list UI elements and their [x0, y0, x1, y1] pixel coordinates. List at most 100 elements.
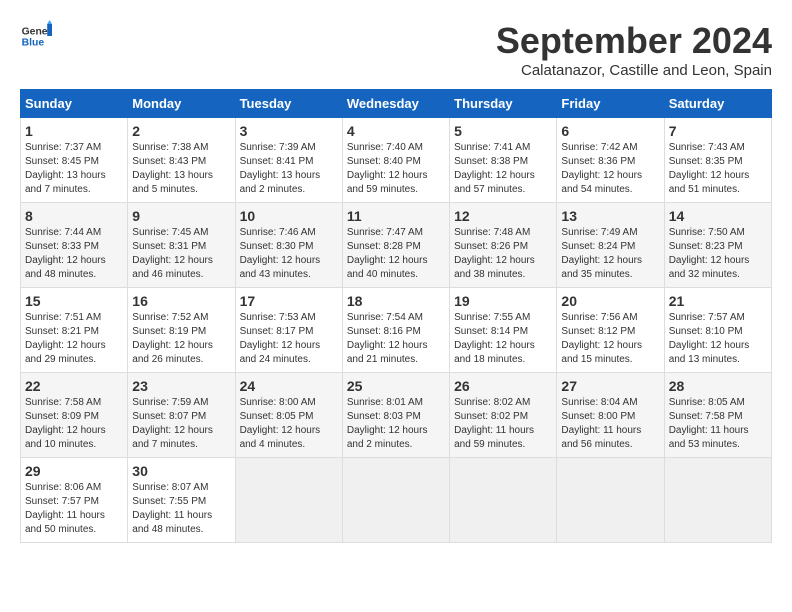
sunrise-label: Sunrise: 7:56 AM: [561, 312, 637, 323]
day-info: Sunrise: 7:52 AM Sunset: 8:19 PM Dayligh…: [132, 311, 230, 367]
sunrise-label: Sunrise: 8:04 AM: [561, 397, 637, 408]
day-number: 30: [132, 463, 230, 479]
page-header: General Blue September 2024 Calatanazor,…: [20, 20, 772, 79]
table-row: 10 Sunrise: 7:46 AM Sunset: 8:30 PM Dayl…: [235, 203, 342, 288]
table-row: 24 Sunrise: 8:00 AM Sunset: 8:05 PM Dayl…: [235, 373, 342, 458]
table-row: 27 Sunrise: 8:04 AM Sunset: 8:00 PM Dayl…: [557, 373, 664, 458]
table-row: 30 Sunrise: 8:07 AM Sunset: 7:55 PM Dayl…: [128, 458, 235, 543]
sunrise-label: Sunrise: 7:48 AM: [454, 227, 530, 238]
col-saturday: Saturday: [664, 90, 771, 118]
day-number: 27: [561, 378, 659, 394]
sunset-label: Sunset: 8:26 PM: [454, 241, 528, 252]
calendar-week-row: 1 Sunrise: 7:37 AM Sunset: 8:45 PM Dayli…: [21, 118, 772, 203]
day-info: Sunrise: 8:02 AM Sunset: 8:02 PM Dayligh…: [454, 396, 552, 452]
sunset-label: Sunset: 8:07 PM: [132, 411, 206, 422]
daylight-label: Daylight: 12 hours and 21 minutes.: [347, 340, 428, 365]
day-number: 17: [240, 293, 338, 309]
sunset-label: Sunset: 8:28 PM: [347, 241, 421, 252]
day-number: 15: [25, 293, 123, 309]
daylight-label: Daylight: 12 hours and 57 minutes.: [454, 170, 535, 195]
sunrise-label: Sunrise: 7:53 AM: [240, 312, 316, 323]
day-info: Sunrise: 7:40 AM Sunset: 8:40 PM Dayligh…: [347, 141, 445, 197]
sunset-label: Sunset: 8:35 PM: [669, 156, 743, 167]
day-info: Sunrise: 7:46 AM Sunset: 8:30 PM Dayligh…: [240, 226, 338, 282]
daylight-label: Daylight: 11 hours and 48 minutes.: [132, 510, 212, 535]
sunset-label: Sunset: 8:40 PM: [347, 156, 421, 167]
table-row: 28 Sunrise: 8:05 AM Sunset: 7:58 PM Dayl…: [664, 373, 771, 458]
calendar-week-row: 15 Sunrise: 7:51 AM Sunset: 8:21 PM Dayl…: [21, 288, 772, 373]
sunrise-label: Sunrise: 7:54 AM: [347, 312, 423, 323]
daylight-label: Daylight: 12 hours and 13 minutes.: [669, 340, 750, 365]
sunrise-label: Sunrise: 8:01 AM: [347, 397, 423, 408]
day-info: Sunrise: 7:43 AM Sunset: 8:35 PM Dayligh…: [669, 141, 767, 197]
sunset-label: Sunset: 8:23 PM: [669, 241, 743, 252]
daylight-label: Daylight: 12 hours and 38 minutes.: [454, 255, 535, 280]
calendar-table: Sunday Monday Tuesday Wednesday Thursday…: [20, 89, 772, 543]
day-number: 11: [347, 208, 445, 224]
col-thursday: Thursday: [450, 90, 557, 118]
daylight-label: Daylight: 12 hours and 10 minutes.: [25, 425, 106, 450]
sunset-label: Sunset: 8:00 PM: [561, 411, 635, 422]
day-info: Sunrise: 7:47 AM Sunset: 8:28 PM Dayligh…: [347, 226, 445, 282]
daylight-label: Daylight: 12 hours and 15 minutes.: [561, 340, 642, 365]
table-row: [235, 458, 342, 543]
daylight-label: Daylight: 12 hours and 51 minutes.: [669, 170, 750, 195]
daylight-label: Daylight: 12 hours and 46 minutes.: [132, 255, 213, 280]
table-row: 22 Sunrise: 7:58 AM Sunset: 8:09 PM Dayl…: [21, 373, 128, 458]
sunset-label: Sunset: 8:38 PM: [454, 156, 528, 167]
day-number: 1: [25, 123, 123, 139]
day-info: Sunrise: 7:53 AM Sunset: 8:17 PM Dayligh…: [240, 311, 338, 367]
calendar-week-row: 8 Sunrise: 7:44 AM Sunset: 8:33 PM Dayli…: [21, 203, 772, 288]
daylight-label: Daylight: 12 hours and 18 minutes.: [454, 340, 535, 365]
table-row: 15 Sunrise: 7:51 AM Sunset: 8:21 PM Dayl…: [21, 288, 128, 373]
table-row: 23 Sunrise: 7:59 AM Sunset: 8:07 PM Dayl…: [128, 373, 235, 458]
daylight-label: Daylight: 11 hours and 53 minutes.: [669, 425, 749, 450]
day-info: Sunrise: 8:06 AM Sunset: 7:57 PM Dayligh…: [25, 481, 123, 537]
sunset-label: Sunset: 8:21 PM: [25, 326, 99, 337]
day-info: Sunrise: 7:51 AM Sunset: 8:21 PM Dayligh…: [25, 311, 123, 367]
table-row: [450, 458, 557, 543]
sunrise-label: Sunrise: 7:51 AM: [25, 312, 101, 323]
sunset-label: Sunset: 7:57 PM: [25, 496, 99, 507]
day-info: Sunrise: 7:56 AM Sunset: 8:12 PM Dayligh…: [561, 311, 659, 367]
day-number: 14: [669, 208, 767, 224]
sunrise-label: Sunrise: 7:52 AM: [132, 312, 208, 323]
day-info: Sunrise: 7:37 AM Sunset: 8:45 PM Dayligh…: [25, 141, 123, 197]
day-info: Sunrise: 7:49 AM Sunset: 8:24 PM Dayligh…: [561, 226, 659, 282]
col-sunday: Sunday: [21, 90, 128, 118]
sunrise-label: Sunrise: 7:38 AM: [132, 142, 208, 153]
sunset-label: Sunset: 8:19 PM: [132, 326, 206, 337]
day-info: Sunrise: 7:58 AM Sunset: 8:09 PM Dayligh…: [25, 396, 123, 452]
table-row: [557, 458, 664, 543]
daylight-label: Daylight: 12 hours and 32 minutes.: [669, 255, 750, 280]
day-number: 24: [240, 378, 338, 394]
day-number: 20: [561, 293, 659, 309]
day-number: 12: [454, 208, 552, 224]
day-info: Sunrise: 7:55 AM Sunset: 8:14 PM Dayligh…: [454, 311, 552, 367]
day-info: Sunrise: 7:54 AM Sunset: 8:16 PM Dayligh…: [347, 311, 445, 367]
day-info: Sunrise: 7:39 AM Sunset: 8:41 PM Dayligh…: [240, 141, 338, 197]
day-info: Sunrise: 8:05 AM Sunset: 7:58 PM Dayligh…: [669, 396, 767, 452]
table-row: 21 Sunrise: 7:57 AM Sunset: 8:10 PM Dayl…: [664, 288, 771, 373]
table-row: 18 Sunrise: 7:54 AM Sunset: 8:16 PM Dayl…: [342, 288, 449, 373]
day-number: 26: [454, 378, 552, 394]
table-row: 26 Sunrise: 8:02 AM Sunset: 8:02 PM Dayl…: [450, 373, 557, 458]
logo-icon: General Blue: [20, 20, 52, 52]
daylight-label: Daylight: 12 hours and 29 minutes.: [25, 340, 106, 365]
sunset-label: Sunset: 8:43 PM: [132, 156, 206, 167]
sunset-label: Sunset: 8:05 PM: [240, 411, 314, 422]
table-row: 14 Sunrise: 7:50 AM Sunset: 8:23 PM Dayl…: [664, 203, 771, 288]
day-info: Sunrise: 7:45 AM Sunset: 8:31 PM Dayligh…: [132, 226, 230, 282]
daylight-label: Daylight: 12 hours and 43 minutes.: [240, 255, 321, 280]
day-number: 29: [25, 463, 123, 479]
daylight-label: Daylight: 12 hours and 2 minutes.: [347, 425, 428, 450]
day-number: 2: [132, 123, 230, 139]
day-number: 16: [132, 293, 230, 309]
col-tuesday: Tuesday: [235, 90, 342, 118]
day-number: 5: [454, 123, 552, 139]
sunset-label: Sunset: 8:41 PM: [240, 156, 314, 167]
day-info: Sunrise: 7:59 AM Sunset: 8:07 PM Dayligh…: [132, 396, 230, 452]
table-row: [664, 458, 771, 543]
day-info: Sunrise: 8:01 AM Sunset: 8:03 PM Dayligh…: [347, 396, 445, 452]
daylight-label: Daylight: 12 hours and 40 minutes.: [347, 255, 428, 280]
